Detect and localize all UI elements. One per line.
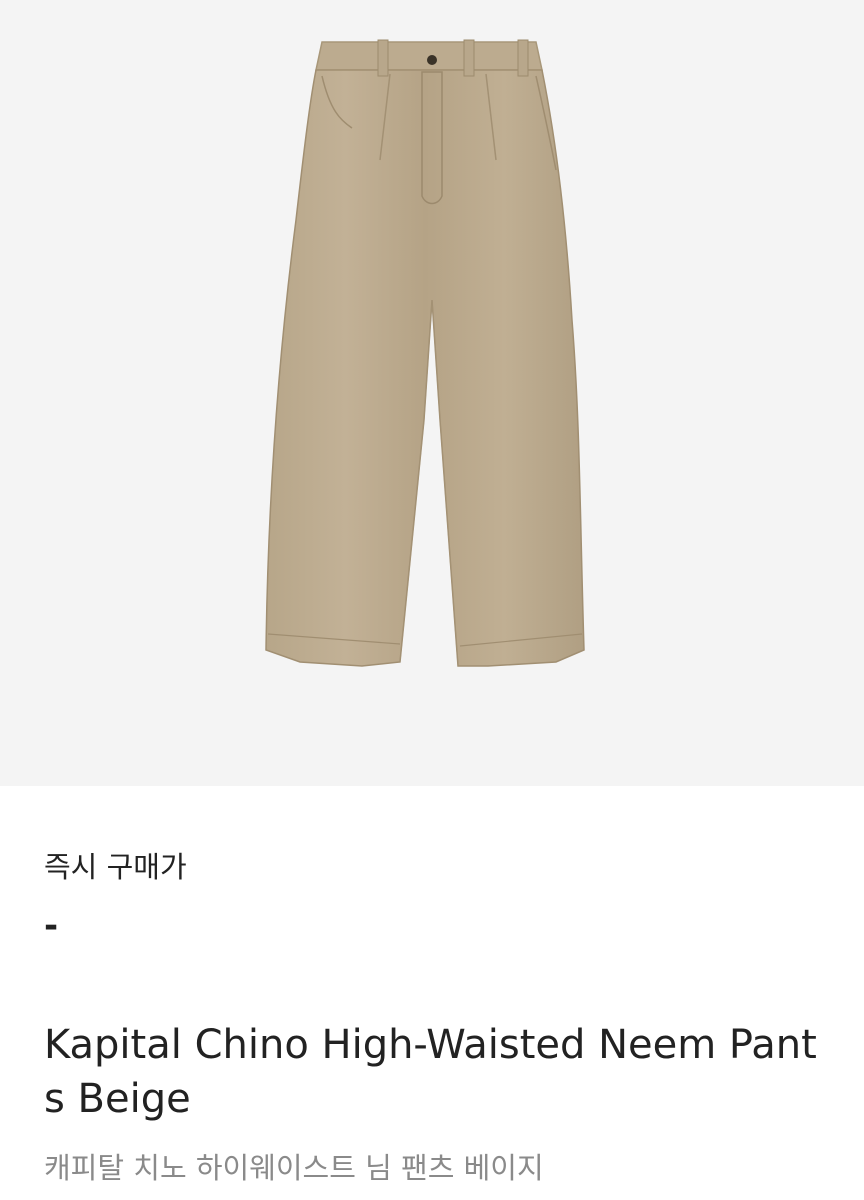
belt-loop (377, 39, 389, 77)
price-label: 즉시 구매가 (44, 850, 187, 884)
pants-body (265, 69, 585, 667)
price-value: - (44, 906, 59, 946)
pants-image (265, 39, 585, 667)
button-icon (427, 55, 437, 65)
belt-loop (463, 39, 475, 77)
product-title-english[interactable]: Kapital Chino High-Waisted Neem Pants Be… (44, 1018, 834, 1126)
product-title-korean: 캐피탈 치노 하이웨이스트 님 팬츠 베이지 (44, 1151, 544, 1185)
product-detail-page: 즉시 구매가 - Kapital Chino High-Waisted Neem… (0, 0, 864, 1200)
belt-loop (517, 39, 529, 77)
product-image[interactable] (0, 0, 864, 786)
